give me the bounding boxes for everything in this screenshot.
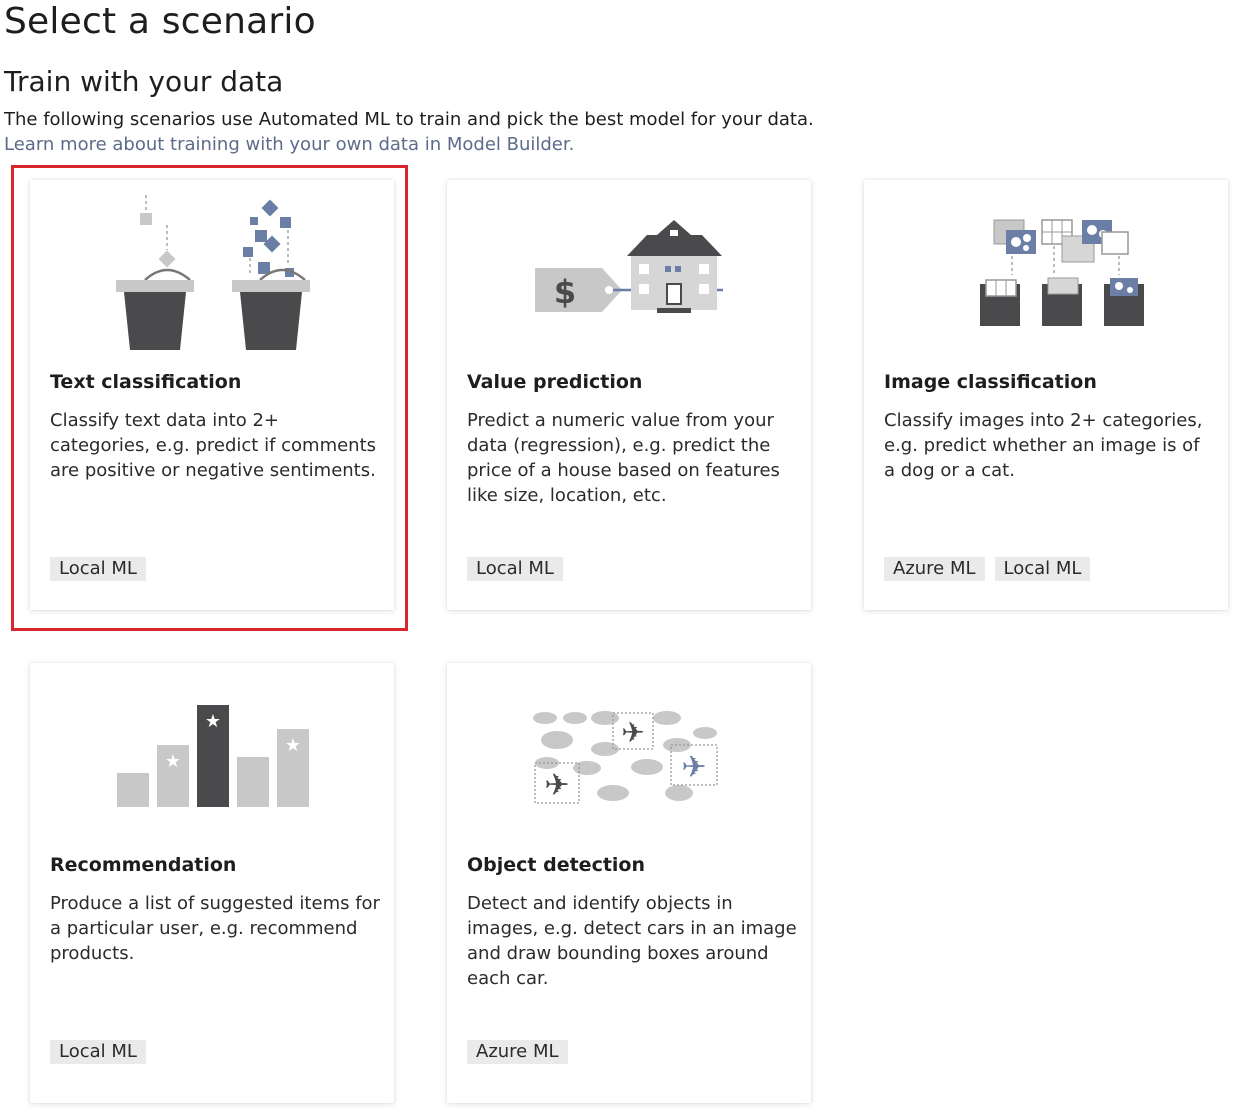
card-description: Classify text data into 2+ categories, e… (50, 410, 377, 481)
image-folders-icon (864, 180, 1228, 360)
svg-text:✈: ✈ (544, 768, 569, 803)
card-tags: Local ML (50, 1040, 146, 1064)
tag-local-ml: Local ML (467, 557, 563, 581)
card-title: Value prediction (467, 371, 643, 393)
page-title: Select a scenario (4, 1, 316, 42)
svg-text:★: ★ (165, 751, 181, 772)
svg-text:★: ★ (205, 711, 221, 732)
tag-azure-ml: Azure ML (884, 557, 985, 581)
house-price-icon: $ (447, 180, 811, 360)
card-tags: Local ML (467, 557, 563, 581)
card-title: Object detection (467, 854, 646, 876)
card-description: Produce a list of suggested items for a … (50, 893, 380, 964)
card-description: Predict a numeric value from your data (… (467, 410, 780, 506)
section-title: Train with your data (4, 65, 284, 98)
scenario-card-value-prediction[interactable]: $ Value prediction Predict a numeric val… (447, 180, 811, 610)
tag-local-ml: Local ML (50, 1040, 146, 1064)
tag-local-ml: Local ML (50, 557, 146, 581)
svg-text:★: ★ (285, 735, 301, 756)
card-title: Recommendation (50, 854, 237, 876)
section-description: The following scenarios use Automated ML… (4, 109, 814, 130)
card-description: Classify images into 2+ categories, e.g.… (884, 410, 1203, 481)
card-tags: Azure ML (467, 1040, 568, 1064)
card-tags: Local ML (50, 557, 146, 581)
svg-text:✈: ✈ (621, 716, 644, 749)
airplanes-clouds-icon: ✈ ✈ ✈ (447, 663, 811, 843)
card-tags: Azure ML Local ML (884, 557, 1091, 581)
tag-local-ml: Local ML (994, 557, 1091, 581)
tag-azure-ml: Azure ML (467, 1040, 568, 1064)
card-title: Text classification (50, 371, 242, 393)
bar-stars-icon: ★ ★ ★ (30, 663, 394, 843)
buckets-icon (30, 180, 394, 360)
card-title: Image classification (884, 371, 1097, 393)
svg-text:✈: ✈ (681, 750, 706, 785)
scenario-card-image-classification[interactable]: Image classification Classify images int… (864, 180, 1228, 610)
scenario-card-recommendation[interactable]: ★ ★ ★ Recommendation Produce a list of s… (30, 663, 394, 1103)
svg-text:$: $ (554, 273, 576, 311)
card-description: Detect and identify objects in images, e… (467, 893, 797, 989)
learn-more-link[interactable]: Learn more about training with your own … (4, 133, 574, 157)
scenario-card-text-classification[interactable]: Text classification Classify text data i… (30, 180, 394, 610)
scenario-card-object-detection[interactable]: ✈ ✈ ✈ Object detection Detect and identi… (447, 663, 811, 1103)
